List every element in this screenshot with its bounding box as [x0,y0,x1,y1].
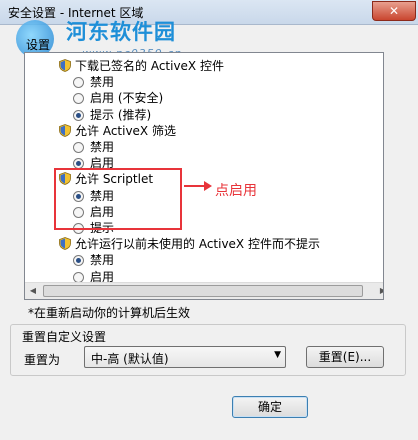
reset-button[interactable]: 重置(E)... [306,346,384,368]
annotation-text: 点启用 [215,183,257,199]
radio-button[interactable] [73,255,84,267]
setting-label: 禁用 [90,140,115,154]
radio-button[interactable] [73,109,84,121]
setting-option[interactable]: 提示 (推荐) [73,107,151,124]
radio-button[interactable] [73,271,84,283]
setting-label: 禁用 [90,75,115,90]
reset-group-title: 重置自定义设置 [22,330,107,344]
radio-button[interactable] [73,77,84,89]
setting-heading: 允许运行以前未使用的 ActiveX 控件而不提示 [59,236,320,253]
radio-button[interactable] [73,142,84,153]
setting-option[interactable]: 禁用 [73,252,114,269]
annotation-arrow-icon [184,185,206,187]
watermark-site-name: 河东软件园 [66,19,176,44]
setting-label: 下载已签名的 ActiveX 控件 [75,59,224,73]
ok-button[interactable]: 确定 [232,396,308,418]
security-shield-icon [59,59,71,72]
setting-label: 允许运行以前未使用的 ActiveX 控件而不提示 [75,237,320,252]
scroll-right-icon[interactable]: ▶ [375,283,383,299]
setting-option[interactable]: 禁用 [73,74,114,91]
scroll-left-icon[interactable]: ◀ [25,283,41,299]
settings-label: 设置 [26,38,51,52]
setting-label: 提示 (推荐) [90,107,152,122]
reset-to-label: 重置为 [24,353,61,367]
reset-level-select[interactable]: 中-高 (默认值) ▼ [84,346,286,368]
setting-label: 禁用 [90,253,115,268]
setting-option[interactable]: 禁用 [73,139,114,156]
horizontal-scrollbar[interactable]: ◀ ▶ [25,282,383,299]
reset-level-value: 中-高 (默认值) [91,352,169,366]
setting-option[interactable]: 启用 (不安全) [73,90,163,107]
chevron-down-icon[interactable]: ▼ [274,350,281,360]
close-button[interactable]: ✕ [372,1,416,21]
setting-label: 允许 ActiveX 筛选 [75,123,176,138]
restart-note: *在重新启动你的计算机后生效 [28,306,191,320]
horizontal-scroll-thumb[interactable] [43,285,363,297]
highlight-box [54,168,182,230]
security-shield-icon [59,237,71,251]
setting-heading: 允许 ActiveX 筛选 [59,123,176,140]
annotation-arrowhead-icon [204,181,212,191]
setting-heading: 下载已签名的 ActiveX 控件 [59,58,224,75]
setting-label: 启用 (不安全) [90,91,164,106]
radio-button[interactable] [73,93,84,105]
security-shield-icon [59,123,71,137]
